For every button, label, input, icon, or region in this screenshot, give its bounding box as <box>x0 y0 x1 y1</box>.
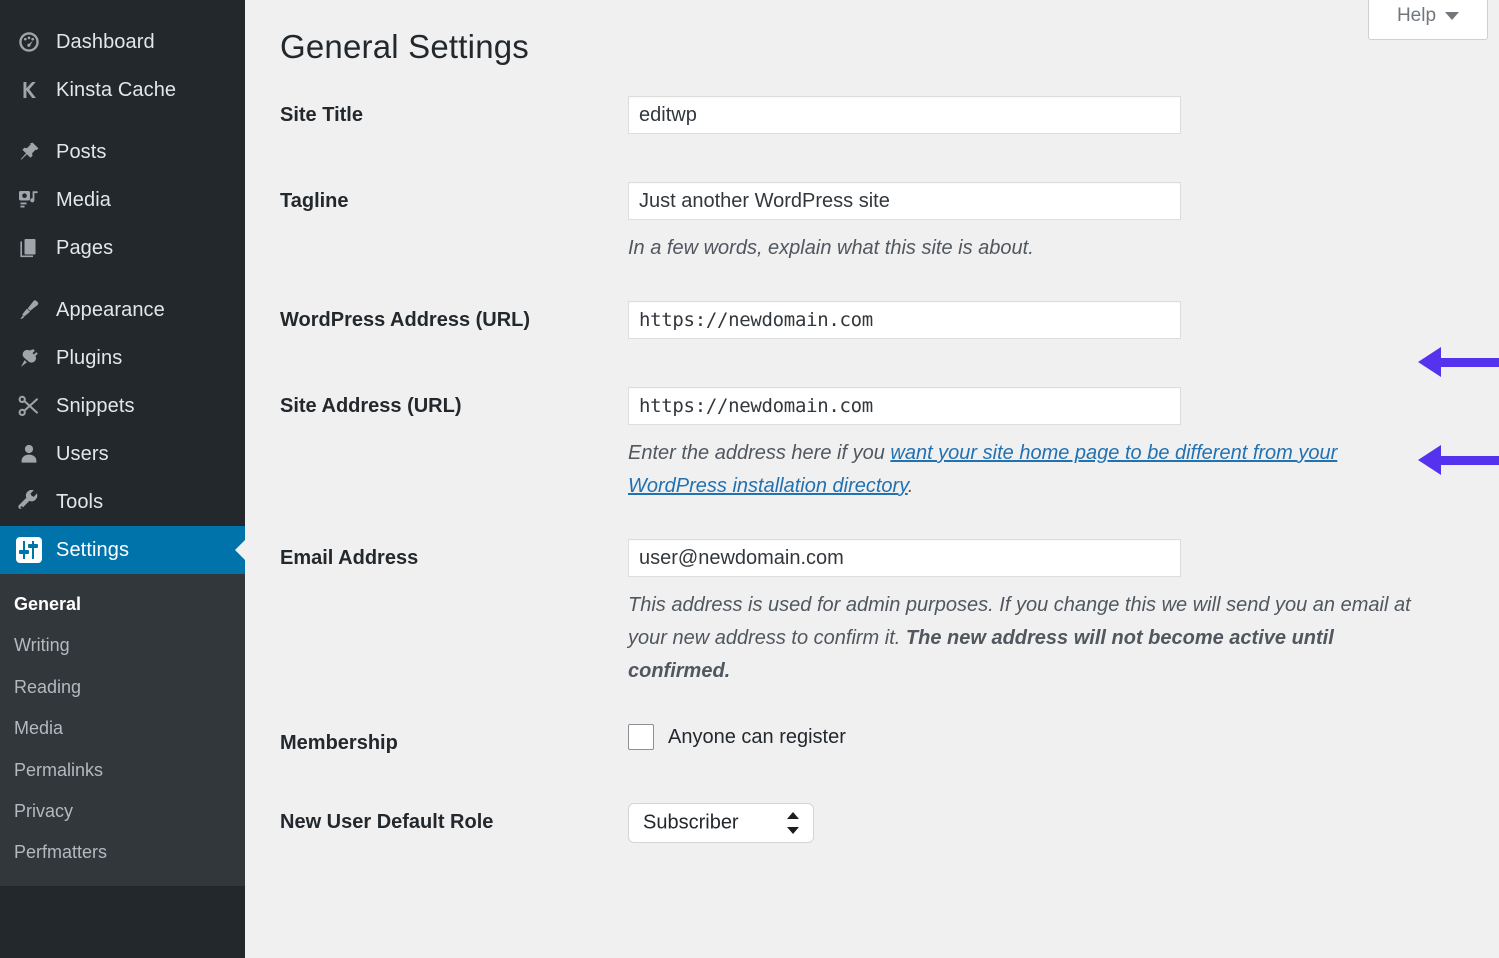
arrow-shaft <box>1440 358 1499 367</box>
pages-icon <box>10 236 48 260</box>
sidebar-item-pages[interactable]: Pages <box>0 224 245 272</box>
sidebar-item-label: Dashboard <box>48 31 155 54</box>
sidebar-item-appearance[interactable]: Appearance <box>0 286 245 334</box>
submenu-item-privacy[interactable]: Privacy <box>0 791 245 832</box>
sidebar-item-posts[interactable]: Posts <box>0 128 245 176</box>
site-address-description-prefix: Enter the address here if you <box>628 442 890 464</box>
sidebar-item-label: Snippets <box>48 395 135 418</box>
admin-sidebar: Dashboard Kinsta Cache Posts <box>0 0 245 958</box>
tagline-label: Tagline <box>280 182 628 265</box>
sidebar-item-tools[interactable]: Tools <box>0 478 245 526</box>
row-site-title: Site Title <box>280 96 1440 134</box>
sidebar-item-settings[interactable]: Settings <box>0 526 245 574</box>
plug-icon <box>10 346 48 370</box>
row-new-user-default-role: New User Default Role Subscriber <box>280 803 1440 848</box>
help-button[interactable]: Help <box>1368 0 1488 40</box>
pin-icon <box>10 140 48 164</box>
arrow-shaft <box>1440 456 1499 465</box>
paintbrush-icon <box>10 298 48 322</box>
site-title-input[interactable] <box>628 96 1181 134</box>
sidebar-item-label: Pages <box>48 237 113 260</box>
user-icon <box>10 442 48 466</box>
row-email-address: Email Address This address is used for a… <box>280 539 1440 688</box>
submenu-item-media[interactable]: Media <box>0 708 245 749</box>
sidebar-item-label: Posts <box>48 141 107 164</box>
tagline-description: In a few words, explain what this site i… <box>628 232 1440 265</box>
sidebar-item-label: Plugins <box>48 347 122 370</box>
site-address-label: Site Address (URL) <box>280 387 628 503</box>
sidebar-item-label: Tools <box>48 491 103 514</box>
email-address-description: This address is used for admin purposes.… <box>628 589 1440 688</box>
sidebar-item-dashboard[interactable]: Dashboard <box>0 18 245 66</box>
anyone-can-register-checkbox[interactable] <box>628 724 654 750</box>
chevron-down-icon <box>1445 12 1459 20</box>
wrench-icon <box>10 490 48 514</box>
media-icon <box>10 188 48 212</box>
sidebar-item-media[interactable]: Media <box>0 176 245 224</box>
general-settings-form: Site Title Tagline In a few words, expla… <box>280 96 1440 848</box>
submenu-item-reading[interactable]: Reading <box>0 667 245 708</box>
email-address-input[interactable] <box>628 539 1181 577</box>
site-title-label: Site Title <box>280 96 628 134</box>
page-title: General Settings <box>280 28 1499 66</box>
row-site-address: Site Address (URL) Enter the address her… <box>280 387 1440 503</box>
dashboard-icon <box>10 29 48 55</box>
submenu-item-permalinks[interactable]: Permalinks <box>0 750 245 791</box>
new-user-default-role-value: Subscriber <box>643 812 739 835</box>
wordpress-address-input[interactable] <box>628 301 1181 339</box>
sidebar-item-label: Media <box>48 189 111 212</box>
membership-label: Membership <box>280 724 628 755</box>
kinsta-k-icon <box>10 78 48 102</box>
help-button-label: Help <box>1397 5 1436 27</box>
new-user-default-role-label: New User Default Role <box>280 803 628 848</box>
main-content: Help General Settings Site Title Tagline… <box>245 0 1499 958</box>
sidebar-item-label: Appearance <box>48 299 165 322</box>
wordpress-admin-screen: Dashboard Kinsta Cache Posts <box>0 0 1499 958</box>
sidebar-item-label: Kinsta Cache <box>48 79 176 102</box>
stepper-arrows-icon <box>787 811 799 835</box>
sidebar-item-kinsta-cache[interactable]: Kinsta Cache <box>0 66 245 114</box>
sidebar-divider <box>0 114 245 128</box>
new-user-default-role-select[interactable]: Subscriber <box>628 803 814 843</box>
row-wordpress-address: WordPress Address (URL) <box>280 301 1440 339</box>
row-tagline: Tagline In a few words, explain what thi… <box>280 182 1440 265</box>
tagline-input[interactable] <box>628 182 1181 220</box>
site-address-description: Enter the address here if you want your … <box>628 437 1440 503</box>
sidebar-item-label: Users <box>48 443 109 466</box>
sidebar-divider <box>0 272 245 286</box>
site-address-description-suffix: . <box>908 475 914 497</box>
sidebar-item-users[interactable]: Users <box>0 430 245 478</box>
anyone-can-register-label: Anyone can register <box>668 726 846 749</box>
email-address-label: Email Address <box>280 539 628 688</box>
site-address-input[interactable] <box>628 387 1181 425</box>
submenu-item-writing[interactable]: Writing <box>0 625 245 666</box>
wordpress-address-label: WordPress Address (URL) <box>280 301 628 339</box>
scissors-icon <box>10 394 48 418</box>
sidebar-item-label: Settings <box>48 539 129 562</box>
settings-submenu: General Writing Reading Media Permalinks… <box>0 574 245 886</box>
sliders-icon <box>10 537 48 563</box>
sidebar-item-plugins[interactable]: Plugins <box>0 334 245 382</box>
submenu-item-general[interactable]: General <box>0 584 245 625</box>
sidebar-item-snippets[interactable]: Snippets <box>0 382 245 430</box>
submenu-item-perfmatters[interactable]: Perfmatters <box>0 832 245 873</box>
row-membership: Membership Anyone can register <box>280 724 1440 755</box>
